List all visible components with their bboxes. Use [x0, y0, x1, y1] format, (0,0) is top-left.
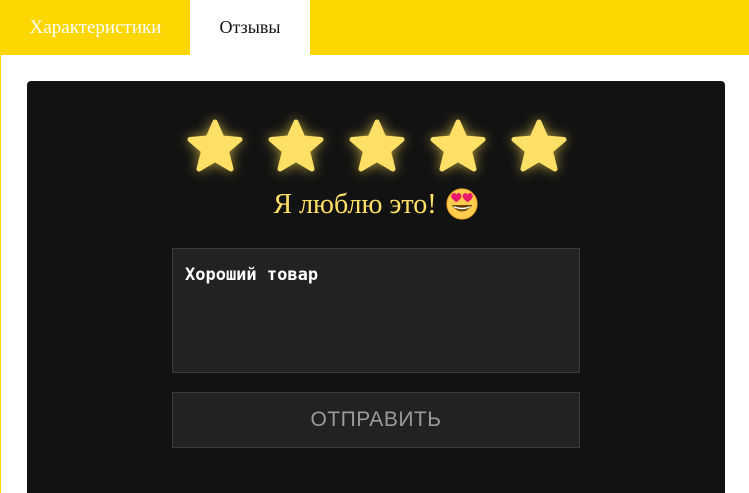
star-4[interactable]	[428, 117, 488, 177]
submit-button[interactable]: ОТПРАВИТЬ	[172, 392, 580, 448]
page-edge	[0, 0, 1, 493]
heart-eyes-emoji-icon	[446, 187, 478, 220]
star-icon	[430, 119, 486, 172]
rating-label: Я люблю это!	[27, 187, 725, 223]
review-textarea[interactable]: Хороший товар	[172, 248, 580, 373]
tab-characteristics[interactable]: Характеристики	[1, 0, 190, 55]
star-5[interactable]	[509, 117, 569, 177]
review-panel: Я люблю это! Хороший товар ОТПРАВИТЬ	[27, 81, 725, 493]
star-icon	[511, 119, 567, 172]
rating-text: Я люблю это!	[273, 189, 437, 220]
tab-reviews[interactable]: Отзывы	[190, 0, 310, 55]
star-3[interactable]	[347, 117, 407, 177]
star-rating	[27, 117, 725, 177]
star-icon	[187, 119, 243, 172]
star-icon	[268, 119, 324, 172]
tab-bar: Характеристики Отзывы	[0, 0, 749, 55]
star-2[interactable]	[266, 117, 326, 177]
star-icon	[349, 119, 405, 172]
star-1[interactable]	[185, 117, 245, 177]
